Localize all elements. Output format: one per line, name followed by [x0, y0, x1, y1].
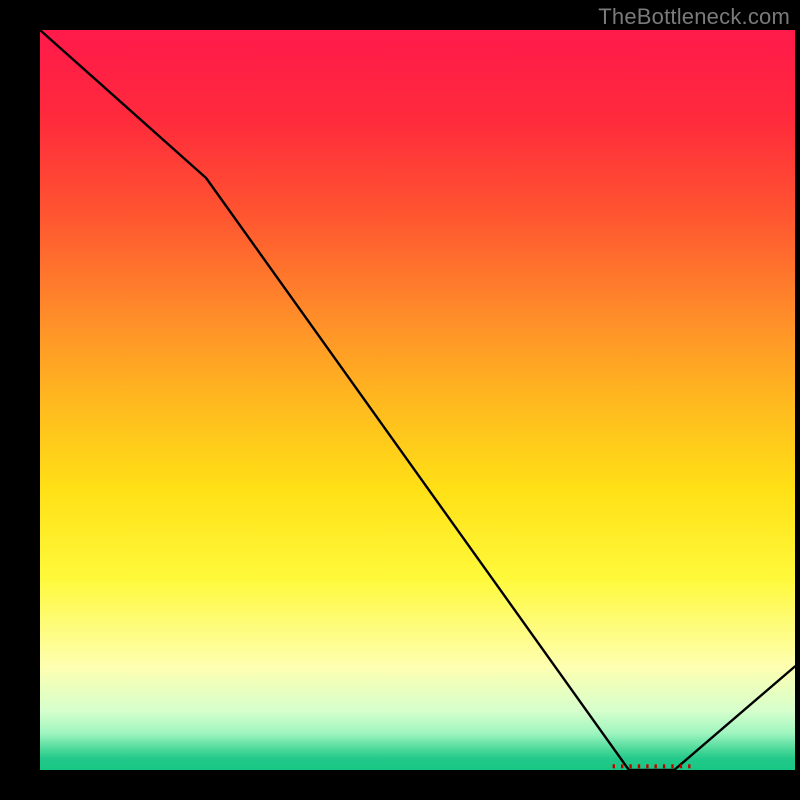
plot-background	[40, 30, 795, 770]
attribution-text: TheBottleneck.com	[598, 4, 790, 30]
chart-frame: TheBottleneck.com	[0, 0, 800, 800]
bottleneck-chart	[0, 0, 800, 800]
